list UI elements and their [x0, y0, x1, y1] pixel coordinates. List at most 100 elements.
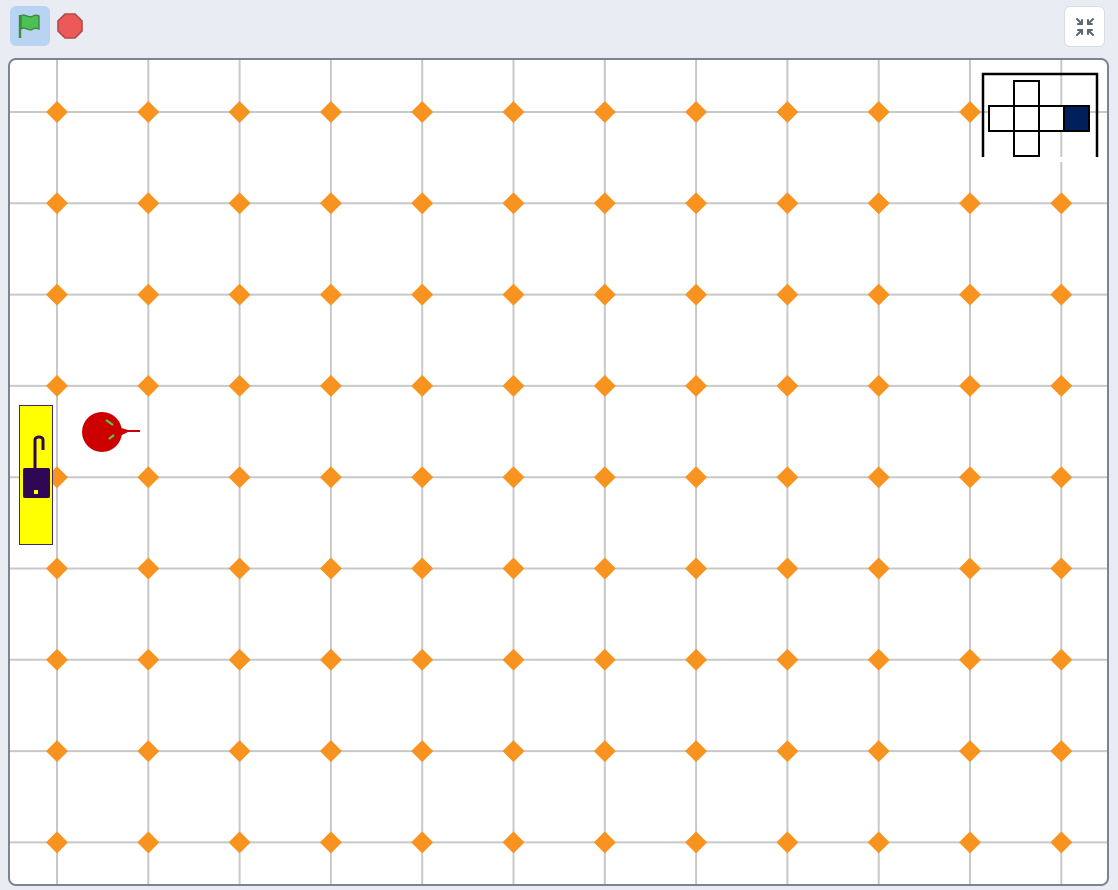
- game-stage[interactable]: [8, 58, 1109, 886]
- grid-dot: [46, 648, 68, 671]
- grid-dot: [137, 740, 160, 763]
- green-flag-button[interactable]: [10, 6, 50, 46]
- grid-dot: [959, 557, 981, 580]
- grid-dot: [959, 374, 981, 397]
- grid-dot: [593, 648, 616, 671]
- grid-dot: [776, 466, 799, 489]
- grid-dot: [137, 648, 160, 671]
- grid-dot: [46, 557, 68, 580]
- grid-dot: [1050, 283, 1073, 306]
- grid-dot: [593, 192, 616, 215]
- grid-dot: [228, 740, 251, 763]
- grid-dot: [228, 283, 251, 306]
- grid-dot: [228, 192, 251, 215]
- grid-dot: [685, 101, 708, 123]
- grid-dot: [776, 557, 799, 580]
- grid-dot: [502, 466, 525, 489]
- grid-dot: [685, 557, 708, 580]
- grid-dot: [228, 466, 251, 489]
- stage-toolbar: [0, 0, 1118, 54]
- grid-dot: [685, 740, 708, 763]
- grid-dot: [411, 557, 434, 580]
- robot-player[interactable]: [80, 408, 142, 458]
- grid-dot: [137, 557, 160, 580]
- grid-dot: [593, 374, 616, 397]
- grid-dot: [867, 192, 890, 215]
- grid-dot: [685, 283, 708, 306]
- grid-dot: [867, 831, 890, 854]
- grid-dot: [1050, 557, 1073, 580]
- grid-dot: [1050, 374, 1073, 397]
- grid-dot: [411, 374, 434, 397]
- exit-fullscreen-icon: [1076, 18, 1094, 36]
- grid-dot: [776, 831, 799, 854]
- grid-dot: [685, 374, 708, 397]
- grid-dot: [867, 648, 890, 671]
- grid-dot: [593, 466, 616, 489]
- grid-dot: [867, 466, 890, 489]
- grid-dot: [319, 101, 342, 123]
- grid-dot: [593, 557, 616, 580]
- grid-dot: [46, 740, 68, 763]
- grid-dot: [319, 831, 342, 854]
- grid-dot: [867, 283, 890, 306]
- grid-dot: [319, 283, 342, 306]
- grid-dot: [137, 466, 160, 489]
- grid-dot: [137, 831, 160, 854]
- lock-icon: [23, 435, 50, 498]
- grid-dot: [959, 740, 981, 763]
- grid-dot: [137, 374, 160, 397]
- grid-dot: [1050, 466, 1073, 489]
- grid-dot: [867, 374, 890, 397]
- grid-dot: [228, 557, 251, 580]
- grid-dot: [502, 740, 525, 763]
- grid-dot: [319, 192, 342, 215]
- robot-icon: [82, 412, 140, 452]
- grid-dot: [46, 192, 68, 215]
- grid-dot: [319, 374, 342, 397]
- grid-dot: [593, 740, 616, 763]
- grid-dot: [502, 283, 525, 306]
- grid-dot: [593, 283, 616, 306]
- grid-dot: [959, 283, 981, 306]
- green-flag-icon: [18, 14, 40, 38]
- grid-dot: [776, 648, 799, 671]
- grid-dot: [228, 648, 251, 671]
- grid-dot: [411, 101, 434, 123]
- stop-sign-icon: [57, 13, 83, 39]
- grid-dot: [137, 192, 160, 215]
- grid-dot: [46, 101, 68, 123]
- minimap-icon: [981, 72, 1099, 162]
- grid-dot: [319, 648, 342, 671]
- grid-dot: [502, 831, 525, 854]
- grid-dot: [502, 557, 525, 580]
- grid-dot: [228, 831, 251, 854]
- grid-dot: [959, 648, 981, 671]
- grid-dot: [411, 192, 434, 215]
- stop-button[interactable]: [56, 12, 84, 40]
- grid-dot: [502, 192, 525, 215]
- grid-dot: [685, 648, 708, 671]
- grid-dot: [46, 831, 68, 854]
- grid-dot: [137, 101, 160, 123]
- grid-dot: [411, 831, 434, 854]
- grid-board: [10, 60, 1107, 884]
- grid-dot: [867, 740, 890, 763]
- grid-dot: [685, 466, 708, 489]
- grid-dot: [1050, 192, 1073, 215]
- grid-dot: [502, 648, 525, 671]
- grid-dot: [228, 374, 251, 397]
- grid-dot: [319, 740, 342, 763]
- exit-fullscreen-button[interactable]: [1064, 6, 1105, 47]
- grid-dot: [776, 192, 799, 215]
- grid-dot: [959, 101, 981, 123]
- grid-dot: [411, 466, 434, 489]
- grid-dot: [959, 831, 981, 854]
- grid-dot: [319, 557, 342, 580]
- grid-dot: [411, 283, 434, 306]
- grid-dot: [776, 283, 799, 306]
- grid-dot: [959, 192, 981, 215]
- grid-dot: [776, 101, 799, 123]
- grid-dot: [1050, 831, 1073, 854]
- grid-dot: [411, 740, 434, 763]
